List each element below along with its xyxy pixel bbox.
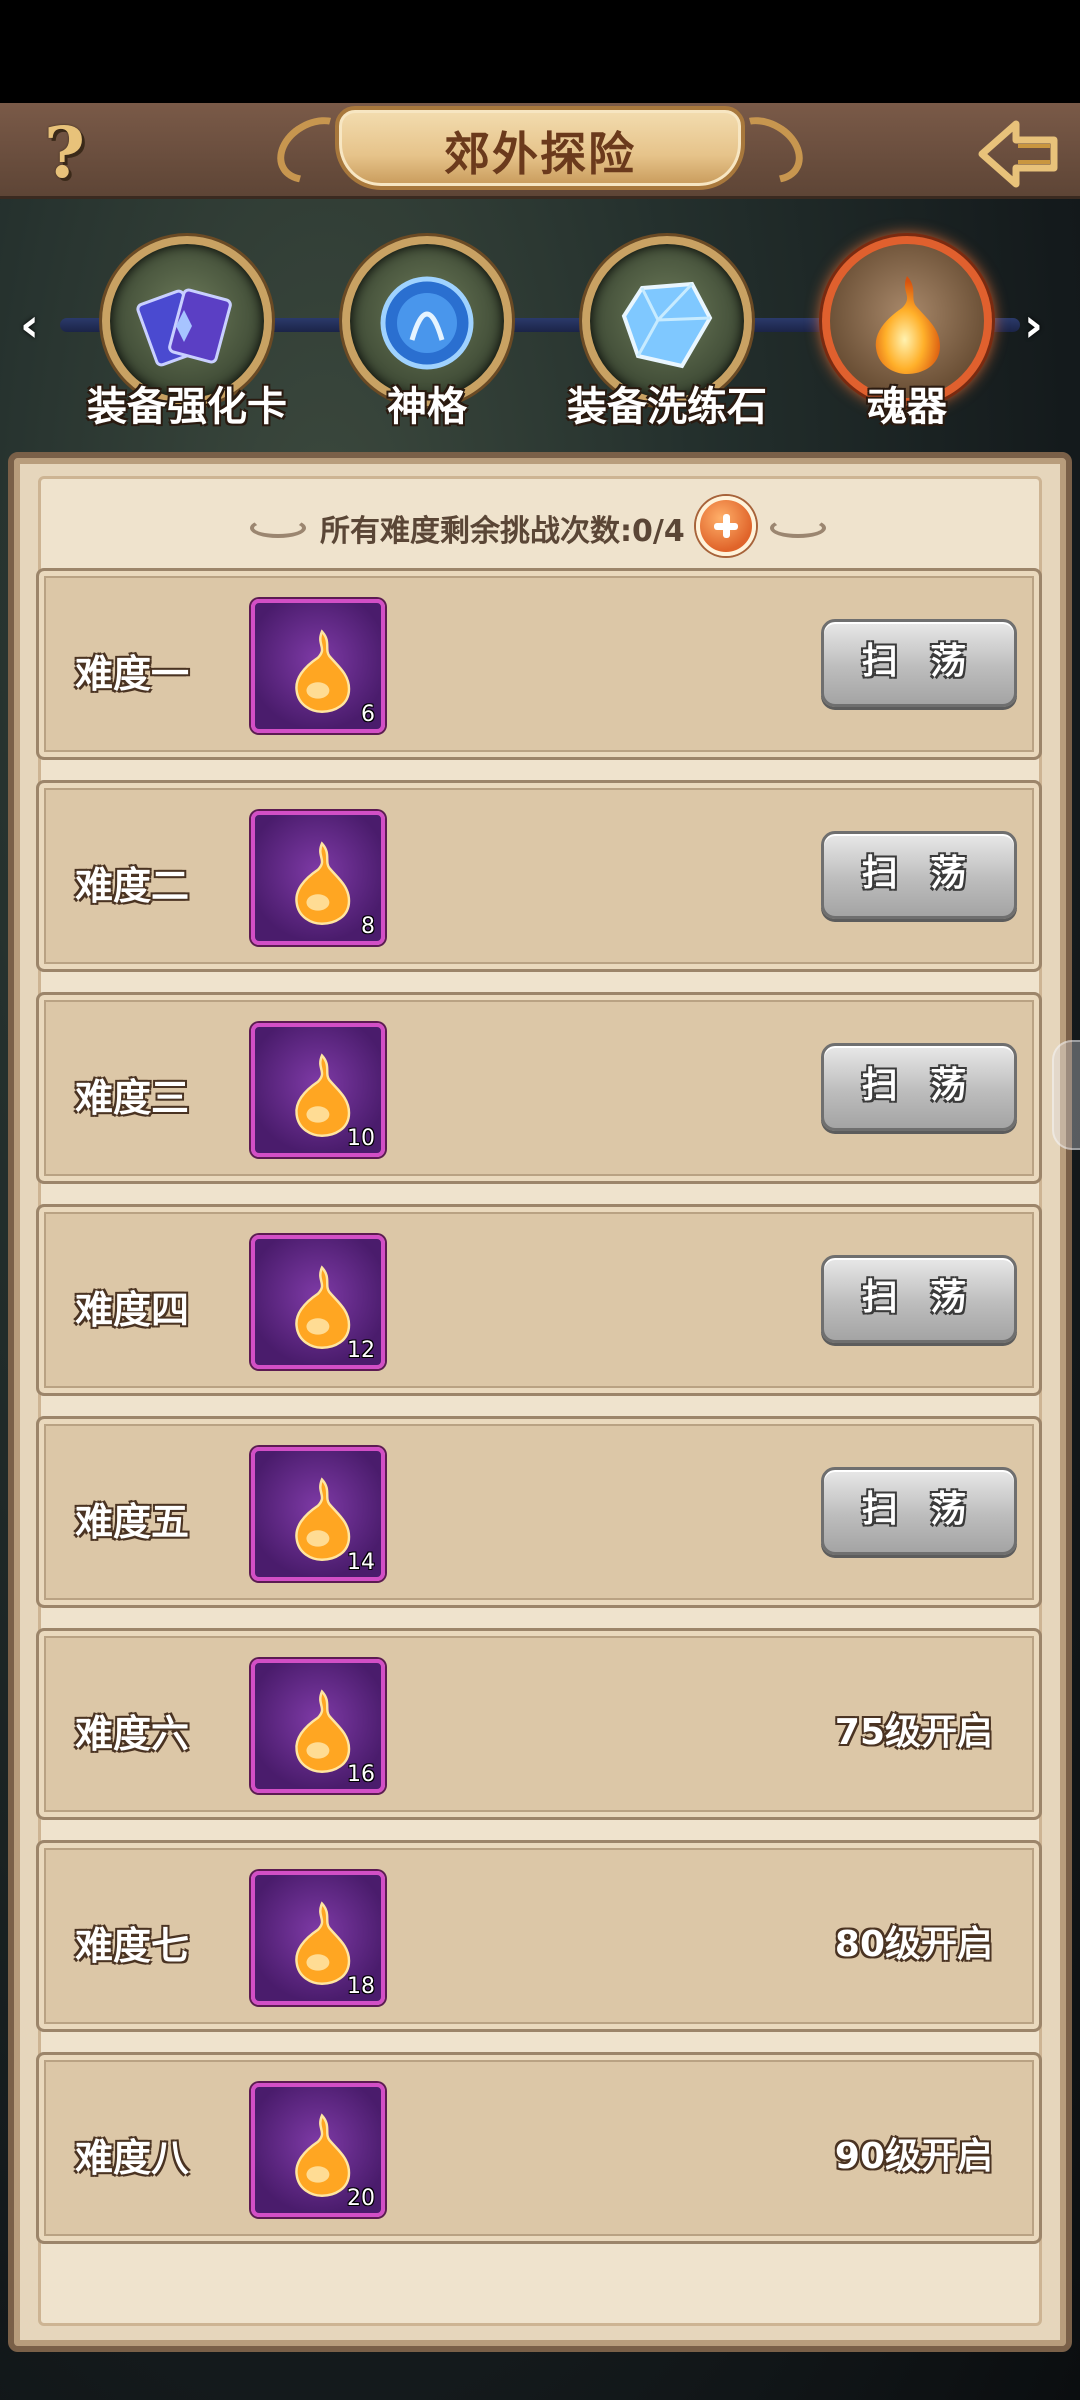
soul-flame-icon — [875, 276, 940, 374]
sweep-button[interactable]: 扫 荡 — [821, 831, 1017, 919]
difficulty-name: 难度三 — [75, 1076, 190, 1120]
category-refine-stone[interactable]: 装备洗练石 — [562, 228, 772, 430]
category-soul-vessel[interactable]: 魂器 — [802, 228, 1012, 430]
unlock-requirement: 80级开启 — [834, 1924, 993, 1965]
reward-count: 16 — [347, 1762, 375, 1787]
reward-item-slot[interactable]: 8 — [251, 811, 385, 945]
difficulty-name: 难度七 — [75, 1924, 190, 1968]
difficulty-name: 难度四 — [75, 1288, 190, 1332]
category-divinity[interactable]: 神格 — [322, 228, 532, 430]
reward-item-slot[interactable]: 12 — [251, 1235, 385, 1369]
side-drawer-handle[interactable] — [1052, 1040, 1080, 1150]
cards-icon — [136, 288, 232, 367]
difficulty-name: 难度六 — [75, 1712, 190, 1756]
reward-count: 8 — [361, 914, 375, 939]
back-button[interactable] — [972, 116, 1062, 192]
sweep-button[interactable]: 扫 荡 — [821, 1043, 1017, 1131]
reward-count: 12 — [347, 1338, 375, 1363]
sweep-button[interactable]: 扫 荡 — [821, 1467, 1017, 1555]
reward-item-slot[interactable]: 20 — [251, 2083, 385, 2217]
sweep-button[interactable]: 扫 荡 — [821, 619, 1017, 707]
category-label: 装备洗练石 — [567, 384, 767, 430]
reward-count: 18 — [347, 1974, 375, 1999]
difficulty-row: 难度六 16 75级开启 — [36, 1628, 1042, 1820]
difficulty-name: 难度八 — [75, 2136, 190, 2180]
difficulty-row: 难度八 20 90级开启 — [36, 2052, 1042, 2244]
back-arrow-icon — [978, 120, 1058, 188]
reward-count: 10 — [347, 1126, 375, 1151]
category-label: 装备强化卡 — [87, 384, 287, 430]
swirl-ornament-left — [250, 518, 306, 538]
difficulty-name: 难度一 — [75, 652, 190, 696]
title-plate: 郊外探险 — [265, 102, 815, 198]
reward-item-slot[interactable]: 16 — [251, 1659, 385, 1793]
difficulty-row: 难度二 8 扫 荡 — [36, 780, 1042, 972]
remaining-attempts-text: 所有难度剩余挑战次数:0/4 — [320, 514, 685, 549]
reward-item-slot[interactable]: 10 — [251, 1023, 385, 1157]
category-label: 神格 — [387, 384, 467, 430]
reward-count: 20 — [347, 2186, 375, 2211]
difficulty-row: 难度七 18 80级开启 — [36, 1840, 1042, 2032]
reward-item-slot[interactable]: 14 — [251, 1447, 385, 1581]
swirl-ornament-right — [770, 518, 826, 538]
category-label: 魂器 — [867, 384, 947, 430]
page-title: 郊外探险 — [444, 127, 636, 181]
difficulty-name: 难度五 — [75, 1500, 190, 1544]
category-equip-card[interactable]: 装备强化卡 — [82, 228, 292, 430]
difficulty-row: 难度五 14 扫 荡 — [36, 1416, 1042, 1608]
carousel-prev-button[interactable]: ‹ — [20, 300, 56, 350]
difficulty-row: 难度四 12 扫 荡 — [36, 1204, 1042, 1396]
orb-icon — [380, 276, 474, 370]
reward-item-slot[interactable]: 6 — [251, 599, 385, 733]
reward-item-slot[interactable]: 18 — [251, 1871, 385, 2005]
status-bar — [0, 0, 1080, 103]
help-button[interactable]: ? — [44, 118, 100, 188]
carousel-next-button[interactable]: › — [1024, 300, 1060, 350]
reward-count: 6 — [361, 702, 375, 727]
difficulty-name: 难度二 — [75, 864, 190, 908]
difficulty-row: 难度一 6 扫 荡 — [36, 568, 1042, 760]
add-attempts-button[interactable] — [696, 496, 756, 556]
crystal-icon — [621, 281, 713, 369]
soul-flame-icon — [295, 629, 351, 713]
difficulty-row: 难度三 10 扫 荡 — [36, 992, 1042, 1184]
unlock-requirement: 90级开启 — [834, 2136, 993, 2177]
soul-flame-icon — [295, 841, 351, 925]
unlock-requirement: 75级开启 — [834, 1712, 993, 1753]
sweep-button[interactable]: 扫 荡 — [821, 1255, 1017, 1343]
reward-count: 14 — [347, 1550, 375, 1575]
